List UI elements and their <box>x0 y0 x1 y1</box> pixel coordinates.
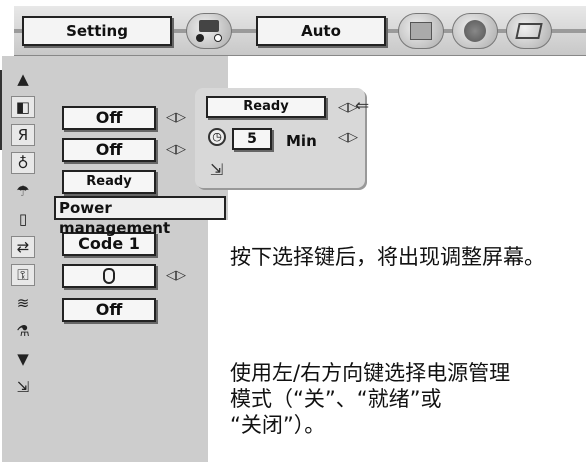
fan-icon[interactable]: ≋ <box>11 292 35 314</box>
usb-icon[interactable]: ⇄ <box>11 236 35 258</box>
menu-row-1-value[interactable]: Off <box>62 106 156 130</box>
security-icon[interactable]: ⚿ <box>11 264 35 286</box>
scroll-up-icon[interactable]: ▲ <box>11 68 35 90</box>
color-adjust-icon[interactable] <box>452 13 498 49</box>
remote-control-icon[interactable]: ▯ <box>11 208 35 230</box>
menu-row-1-arrows[interactable]: ◁▷ <box>166 110 186 125</box>
language-icon[interactable]: ◧ <box>11 96 35 118</box>
back-arrow-icon[interactable]: ⇐ <box>355 96 369 116</box>
security-value[interactable]: Off <box>62 298 156 322</box>
power-management-icon[interactable]: ☂ <box>11 180 35 202</box>
menu-row-2-arrows[interactable]: ◁▷ <box>166 142 186 157</box>
menu-row-2-value[interactable]: Off <box>62 138 156 162</box>
video-input-icon[interactable] <box>186 13 232 49</box>
image-adjust-icon[interactable] <box>398 13 444 49</box>
filter-icon[interactable]: ⚗ <box>11 320 35 342</box>
description-paragraph-2-line-1: 使用左/右方向键选择电源管理 <box>230 361 511 385</box>
usb-mouse-value[interactable] <box>62 264 156 288</box>
scroll-down-icon[interactable]: ▼ <box>11 348 35 370</box>
timer-clock-icon: ◷ <box>208 128 226 146</box>
lamp-icon[interactable]: ♁ <box>11 152 35 174</box>
timer-unit: Min <box>286 132 317 150</box>
mouse-icon <box>103 268 115 284</box>
timer-arrows[interactable]: ◁▷ <box>338 130 358 145</box>
side-icon-column: ▲ ◧ Я ♁ ☂ ▯ ⇄ ⚿ ≋ ⚗ ▼ ⇲ <box>8 68 38 404</box>
description-paragraph-2-line-2: 模式（“关”、“就绪”或 <box>230 387 442 411</box>
logo-icon[interactable]: Я <box>11 124 35 146</box>
auto-menu-button[interactable]: Auto <box>256 16 386 46</box>
usb-mouse-arrows[interactable]: ◁▷ <box>166 268 186 283</box>
power-mode-value[interactable]: Ready <box>206 96 326 118</box>
power-management-tooltip: Power management <box>54 196 226 237</box>
exit-icon[interactable]: ⇲ <box>11 376 35 398</box>
power-management-value[interactable]: Ready <box>62 170 156 194</box>
submenu-exit-icon[interactable]: ⇲ <box>210 160 223 179</box>
setting-menu-button[interactable]: Setting <box>22 16 172 46</box>
screen-icon[interactable] <box>506 13 552 49</box>
description-paragraph-2-line-3: “关闭”）。 <box>230 413 326 437</box>
description-paragraph-1: 按下选择键后，将出现调整屏幕。 <box>230 245 545 269</box>
timer-value[interactable]: 5 <box>232 128 272 150</box>
